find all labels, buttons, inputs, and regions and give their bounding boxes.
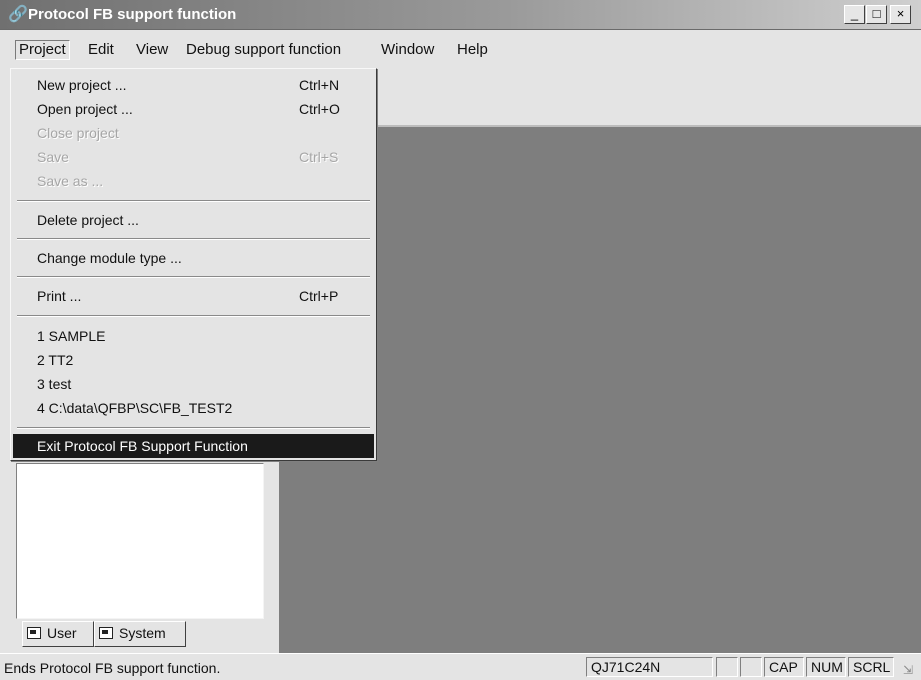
- menu-item-recent-4[interactable]: 4 C:\data\QFBP\SC\FB_TEST2: [13, 396, 374, 420]
- tab-system[interactable]: System: [94, 621, 186, 647]
- menu-item-recent-1[interactable]: 1 SAMPLE: [13, 324, 374, 348]
- status-num: NUM: [806, 657, 846, 677]
- user-icon: [27, 627, 41, 639]
- tab-system-label: System: [119, 625, 166, 641]
- menu-item-save-as: Save as ...: [13, 169, 374, 193]
- window-title: Protocol FB support function: [28, 6, 237, 23]
- menu-item-label: New project ...: [37, 77, 127, 93]
- menu-bar: Project Edit View Debug support function…: [0, 30, 921, 68]
- menu-item-label: Save as ...: [37, 173, 104, 189]
- menu-item-label: 2 TT2: [37, 352, 74, 368]
- menu-separator: [17, 238, 370, 240]
- menu-item-delete-project[interactable]: Delete project ...: [13, 208, 374, 232]
- project-tree[interactable]: [16, 463, 264, 619]
- status-empty-panel: [716, 657, 738, 677]
- menu-item-exit[interactable]: Exit Protocol FB Support Function: [13, 434, 374, 458]
- menu-item-label: Change module type ...: [37, 250, 182, 266]
- status-message: Ends Protocol FB support function.: [4, 660, 221, 676]
- menu-item-label: 3 test: [37, 376, 72, 392]
- menu-separator: [17, 200, 370, 202]
- menu-item-label: 1 SAMPLE: [37, 328, 106, 344]
- menu-item-close-project: Close project: [13, 121, 374, 145]
- menu-window[interactable]: Window: [381, 41, 434, 59]
- menu-item-recent-3[interactable]: 3 test: [13, 372, 374, 396]
- project-menu-dropdown: New project ... Ctrl+N Open project ... …: [10, 68, 377, 461]
- menu-separator: [17, 427, 370, 429]
- status-bar: Ends Protocol FB support function. QJ71C…: [0, 653, 921, 680]
- menu-item-label: Print ...: [37, 288, 82, 304]
- menu-view[interactable]: View: [136, 41, 168, 59]
- menu-item-shortcut: Ctrl+O: [299, 101, 340, 117]
- status-scrl: SCRL: [848, 657, 894, 677]
- maximize-button[interactable]: □: [866, 5, 887, 24]
- link-icon[interactable]: 🔗: [8, 6, 28, 24]
- tab-user[interactable]: User: [22, 621, 94, 647]
- menu-separator: [17, 315, 370, 317]
- status-empty-panel: [740, 657, 762, 677]
- menu-debug-support-function[interactable]: Debug support function: [186, 41, 341, 59]
- menu-separator: [17, 276, 370, 278]
- menu-item-print[interactable]: Print ... Ctrl+P: [13, 284, 374, 308]
- status-cap: CAP: [764, 657, 804, 677]
- menu-item-label: 4 C:\data\QFBP\SC\FB_TEST2: [37, 400, 233, 416]
- menu-project[interactable]: Project: [15, 40, 70, 60]
- menu-item-save: Save Ctrl+S: [13, 145, 374, 169]
- menu-edit[interactable]: Edit: [88, 41, 114, 59]
- tab-user-label: User: [47, 625, 77, 641]
- title-bar: 🔗 Protocol FB support function _ □ ×: [0, 0, 921, 30]
- resize-grip-icon[interactable]: ⇲: [903, 663, 917, 677]
- menu-item-change-module-type[interactable]: Change module type ...: [13, 246, 374, 270]
- menu-help[interactable]: Help: [457, 41, 488, 59]
- system-icon: [99, 627, 113, 639]
- menu-item-shortcut: Ctrl+P: [299, 288, 339, 304]
- menu-item-label: Delete project ...: [37, 212, 139, 228]
- minimize-button[interactable]: _: [844, 5, 865, 24]
- close-button[interactable]: ×: [890, 5, 911, 24]
- menu-item-label: Save: [37, 149, 69, 165]
- status-module-type: QJ71C24N: [586, 657, 713, 677]
- toolbar: [376, 68, 921, 127]
- menu-item-label: Exit Protocol FB Support Function: [37, 438, 248, 454]
- menu-item-label: Close project: [37, 125, 119, 141]
- menu-item-label: Open project ...: [37, 101, 133, 117]
- menu-item-recent-2[interactable]: 2 TT2: [13, 348, 374, 372]
- menu-item-shortcut: Ctrl+S: [299, 149, 339, 165]
- menu-item-shortcut: Ctrl+N: [299, 77, 340, 93]
- menu-item-open-project[interactable]: Open project ... Ctrl+O: [13, 97, 374, 121]
- menu-item-new-project[interactable]: New project ... Ctrl+N: [13, 73, 374, 97]
